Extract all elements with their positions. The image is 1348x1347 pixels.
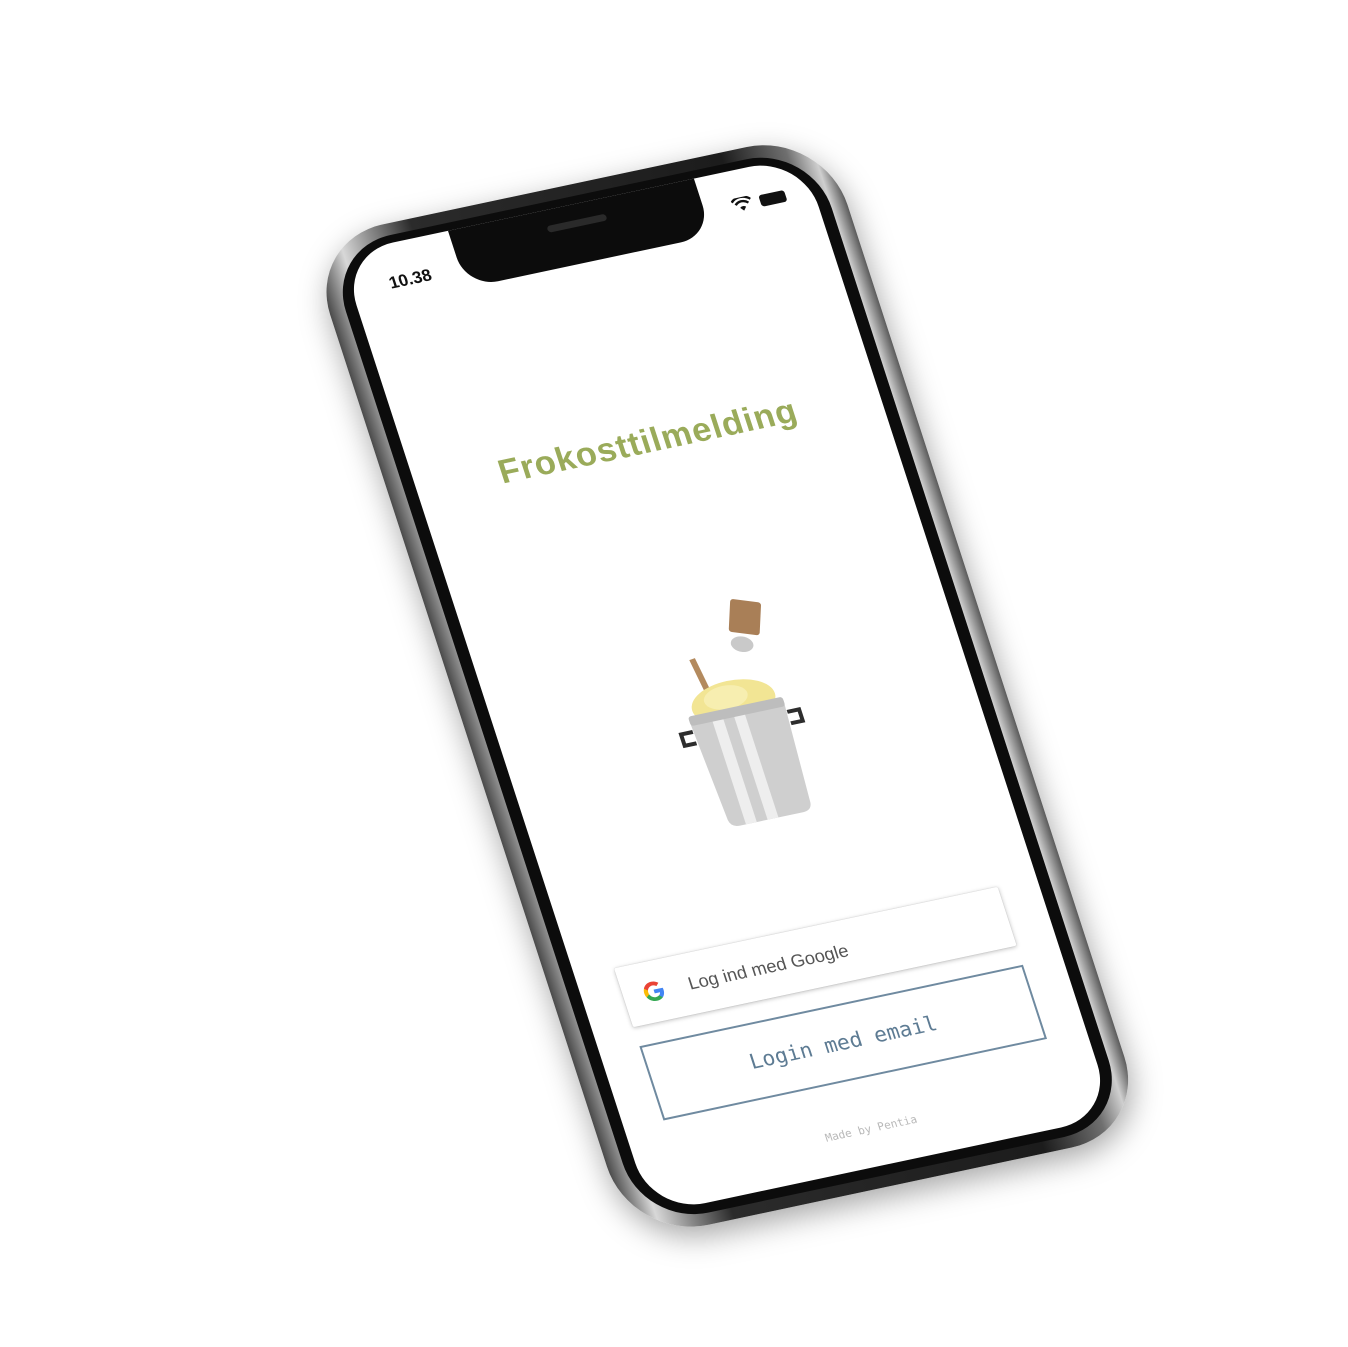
google-login-label: Log ind med Google (685, 940, 851, 994)
mockup-stage: 10.38 Frokosttilmelding Log ind med Goog… (0, 0, 1348, 1347)
google-icon (637, 976, 671, 1006)
wifi-icon (730, 195, 754, 213)
email-login-label: Login med email (746, 1011, 941, 1074)
status-time: 10.38 (386, 265, 435, 293)
app-title: Frokosttilmelding (493, 391, 803, 492)
status-icons (730, 188, 788, 214)
speaker-grille (546, 213, 608, 233)
cooking-pot-illustration (617, 586, 858, 850)
battery-icon (758, 189, 788, 207)
phone-mockup: 10.38 Frokosttilmelding Log ind med Goog… (306, 130, 1149, 1242)
butter-block-icon (728, 599, 762, 653)
